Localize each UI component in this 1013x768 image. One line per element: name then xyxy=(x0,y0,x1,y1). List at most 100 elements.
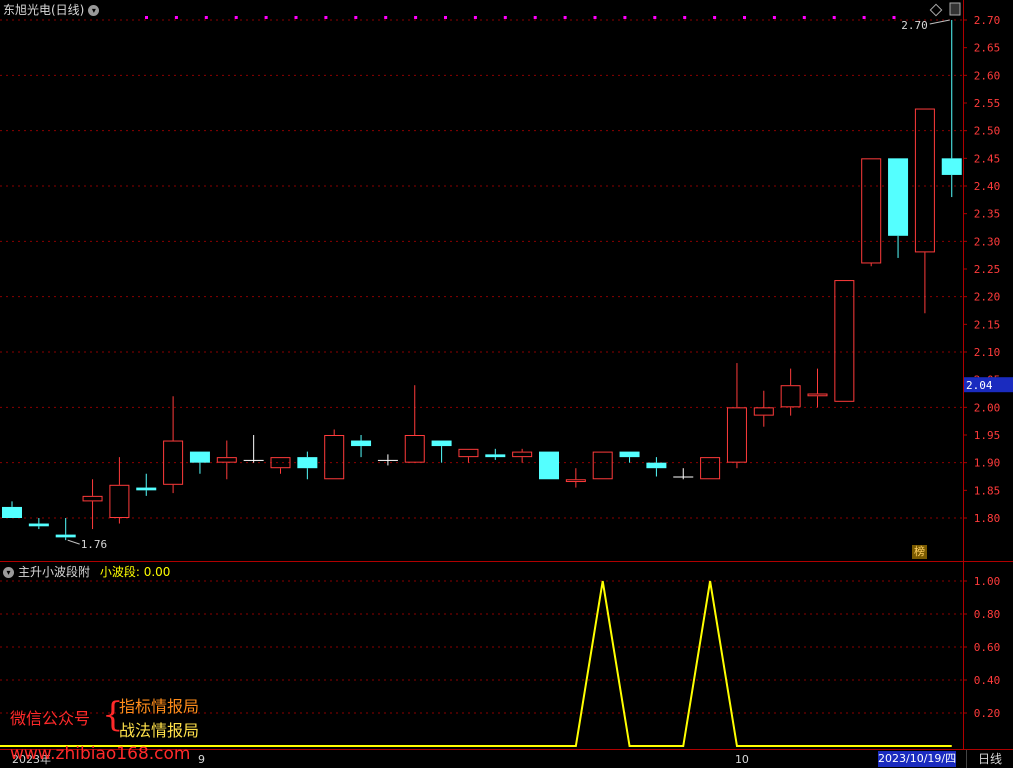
candle-body xyxy=(646,462,667,469)
indicator-y-tick-label: 0.80 xyxy=(974,608,1001,621)
candle-body xyxy=(136,487,157,491)
candlestick xyxy=(28,518,49,530)
candlestick xyxy=(404,385,425,463)
candlestick xyxy=(914,108,935,314)
candlestick xyxy=(458,448,479,463)
candlestick xyxy=(861,158,882,267)
candle-body xyxy=(431,440,452,447)
y-tick-label: 1.80 xyxy=(974,512,1001,525)
top-signal-marker xyxy=(174,16,178,19)
rank-badge[interactable]: 榜 xyxy=(912,545,927,559)
chevron-down-icon[interactable]: ▾ xyxy=(3,567,14,578)
y-tick-label: 2.65 xyxy=(974,42,1001,55)
candle-body xyxy=(404,435,425,463)
candle-body xyxy=(512,451,533,458)
top-signal-marker xyxy=(653,16,657,19)
candlestick xyxy=(565,468,586,488)
x-tick-label: 10 xyxy=(735,753,749,766)
candle-body xyxy=(834,280,855,402)
watermark-account: 微信公众号 xyxy=(10,709,91,728)
indicator-y-tick-label: 0.40 xyxy=(974,674,1001,687)
candle-body xyxy=(700,457,721,480)
candlestick xyxy=(592,451,613,480)
diamond-icon xyxy=(929,3,943,17)
candle-body xyxy=(807,393,828,397)
high-annotation-arrow xyxy=(929,19,950,25)
chevron-down-icon[interactable]: ▾ xyxy=(88,5,100,16)
y-tick-label: 1.90 xyxy=(974,457,1001,470)
candle-body xyxy=(270,457,291,469)
candle-body xyxy=(565,479,586,483)
candle-body xyxy=(941,158,962,175)
candlestick xyxy=(216,440,237,480)
top-signal-marker xyxy=(713,16,717,19)
y-tick-label: 2.40 xyxy=(974,180,1001,193)
candle-body xyxy=(592,451,613,480)
candle-body xyxy=(2,506,22,518)
y-tick-label: 1.85 xyxy=(974,484,1001,497)
candle-body xyxy=(82,495,103,502)
candlestick xyxy=(619,451,640,463)
low-annotation-arrow xyxy=(67,539,80,545)
indicator-title: 主升小波段附 xyxy=(18,565,91,579)
y-tick-label: 2.50 xyxy=(974,125,1001,138)
candlestick xyxy=(834,280,855,402)
watermark-line2: 战法情报局 xyxy=(119,721,200,740)
restore-icon xyxy=(949,2,961,16)
candle-body xyxy=(189,451,210,463)
top-signal-marker xyxy=(414,16,418,19)
candlestick xyxy=(55,518,76,541)
candlestick xyxy=(163,396,184,494)
candle-body xyxy=(243,459,264,461)
candlestick xyxy=(941,20,962,198)
candlestick xyxy=(82,479,103,530)
top-signal-marker xyxy=(743,16,746,19)
top-signal-marker xyxy=(503,16,507,19)
y-tick-label: 2.70 xyxy=(974,14,1001,27)
top-signal-marker xyxy=(832,16,836,19)
top-signal-marker xyxy=(593,16,597,19)
candlestick xyxy=(512,448,533,463)
period-button[interactable]: 日线 xyxy=(966,750,1013,768)
top-signal-marker xyxy=(623,16,627,19)
y-tick-label: 2.10 xyxy=(974,346,1001,359)
candle-body xyxy=(216,457,237,463)
candle-body xyxy=(351,440,372,447)
candlestick xyxy=(673,468,694,480)
y-tick-label: 2.55 xyxy=(974,97,1001,110)
date-label: 2023/10/19/四 xyxy=(878,751,957,767)
candle-body xyxy=(377,459,398,461)
candlestick xyxy=(189,451,210,474)
candle-body xyxy=(485,454,506,458)
candlestick xyxy=(431,440,452,463)
top-signal-marker xyxy=(294,16,298,19)
top-signal-marker xyxy=(802,16,806,19)
low-annotation: 1.76 xyxy=(81,538,108,551)
indicator-y-tick-label: 1.00 xyxy=(974,575,1001,588)
high-annotation: 2.70 xyxy=(901,19,928,32)
candle-body xyxy=(619,451,640,458)
top-signal-marker xyxy=(533,16,537,19)
candlestick xyxy=(700,457,721,480)
y-tick-label: 2.60 xyxy=(974,69,1001,82)
y-tick-label: 2.00 xyxy=(974,401,1001,414)
candlestick xyxy=(351,435,372,458)
candle-body xyxy=(55,534,76,538)
candle-body xyxy=(673,476,694,478)
indicator-y-tick-label: 0.60 xyxy=(974,641,1001,654)
top-signal-marker xyxy=(473,16,477,19)
candle-body xyxy=(163,440,184,485)
top-signal-marker xyxy=(204,16,208,19)
top-signal-marker xyxy=(892,16,896,19)
top-signal-marker xyxy=(772,16,776,19)
y-tick-label: 2.30 xyxy=(974,235,1001,248)
top-signal-marker xyxy=(234,16,238,19)
candle-body xyxy=(726,407,747,463)
top-signal-marker xyxy=(384,16,388,19)
candlestick xyxy=(324,429,345,480)
candle-body xyxy=(780,385,801,408)
candle-body xyxy=(458,448,479,458)
top-signal-marker xyxy=(444,16,447,19)
y-tick-label: 2.15 xyxy=(974,318,1001,331)
top-signal-marker xyxy=(862,16,866,19)
